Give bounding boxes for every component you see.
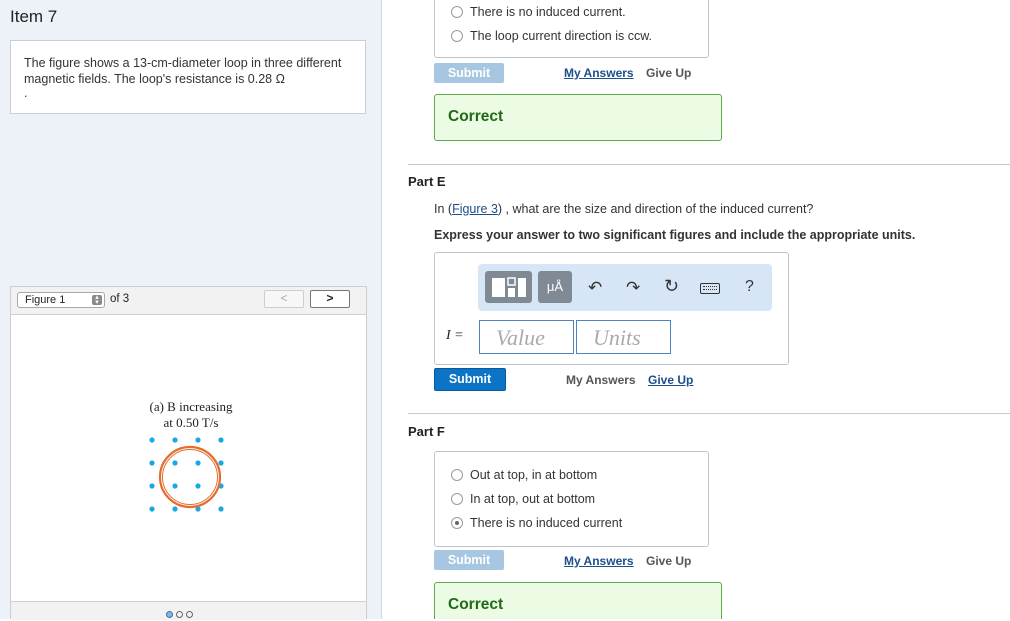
part-f-options-box: Out at top, in at bottom In at top, out … xyxy=(434,451,709,547)
field-dot xyxy=(195,460,201,466)
problem-text: The figure shows a 13-cm-diameter loop i… xyxy=(24,56,342,86)
field-dot xyxy=(149,506,155,512)
part-f-option-2[interactable]: In at top, out at bottom xyxy=(451,492,595,506)
radio-button[interactable] xyxy=(451,469,463,481)
figure-viewer: Figure 1 ▴ ▾ of 3 < > (a) B increasing at… xyxy=(10,286,367,620)
part-e-label: Part E xyxy=(408,174,446,189)
part-f-label: Part F xyxy=(408,424,445,439)
keyboard-icon[interactable] xyxy=(700,283,720,294)
templates-button[interactable] xyxy=(485,271,532,303)
question-suffix: ) , what are the size and direction of t… xyxy=(497,202,814,216)
field-dot xyxy=(149,460,155,466)
figure-page-dot[interactable] xyxy=(176,611,183,618)
field-dot xyxy=(172,437,178,443)
part-d-submit-button[interactable]: Submit xyxy=(434,63,504,83)
part-e-question: In (Figure 3) , what are the size and di… xyxy=(434,202,813,216)
figure-page-dot[interactable] xyxy=(166,611,173,618)
chevron-left-icon: < xyxy=(280,291,288,305)
part-e-my-answers-link[interactable]: My Answers xyxy=(566,373,636,387)
math-toolbar: μÅ ↶ ↷ ↻ ? xyxy=(478,264,772,311)
wire-loop-inner xyxy=(162,449,218,505)
chevron-right-icon: > xyxy=(326,291,334,305)
figure-page-dot[interactable] xyxy=(186,611,193,618)
option-label: Out at top, in at bottom xyxy=(470,468,598,482)
problem-text-trailing: . xyxy=(24,86,28,100)
value-input[interactable]: Value xyxy=(479,320,574,354)
field-dot xyxy=(149,483,155,489)
micro-angstrom-icon: μÅ xyxy=(546,279,564,294)
figure-toolbar: Figure 1 ▴ ▾ of 3 < > xyxy=(11,287,366,315)
undo-icon[interactable]: ↶ xyxy=(588,278,602,298)
field-dot xyxy=(195,437,201,443)
divider xyxy=(408,164,1010,165)
part-e-give-up-link[interactable]: Give Up xyxy=(648,373,693,387)
part-d-my-answers-link[interactable]: My Answers xyxy=(564,66,634,80)
figure-select[interactable]: Figure 1 ▴ ▾ xyxy=(17,292,105,308)
problem-description: The figure shows a 13-cm-diameter loop i… xyxy=(10,40,366,114)
part-e-instruction: Express your answer to two significant f… xyxy=(434,228,916,242)
correct-label: Correct xyxy=(448,596,504,613)
part-e-submit-button[interactable]: Submit xyxy=(434,368,506,391)
help-icon[interactable]: ? xyxy=(745,278,754,296)
part-d-option-1[interactable]: There is no induced current. xyxy=(451,5,626,19)
radio-button[interactable] xyxy=(451,493,463,505)
template-icon xyxy=(492,277,526,297)
option-label: There is no induced current. xyxy=(470,5,626,19)
next-figure-button[interactable]: > xyxy=(310,290,350,308)
wire-loop xyxy=(158,445,222,509)
figure-caption: (a) B increasing at 0.50 T/s xyxy=(141,399,241,431)
figure-caption-line-2: at 0.50 T/s xyxy=(163,415,219,430)
field-dot xyxy=(172,506,178,512)
figure-select-value: Figure 1 xyxy=(25,294,66,306)
item-title: Item 7 xyxy=(10,7,58,26)
field-dot xyxy=(218,506,224,512)
radio-button[interactable] xyxy=(451,6,463,18)
part-f-option-3[interactable]: There is no induced current xyxy=(451,516,622,530)
option-label: In at top, out at bottom xyxy=(470,492,596,506)
figure-3-link[interactable]: Figure 3 xyxy=(452,202,498,216)
part-d-correct-banner: Correct xyxy=(434,94,722,141)
part-f-correct-banner: Correct xyxy=(434,582,722,619)
units-button[interactable]: μÅ xyxy=(538,271,572,303)
field-dot xyxy=(218,437,224,443)
part-f-submit-button[interactable]: Submit xyxy=(434,550,504,570)
problem-panel: Item 7 The figure shows a 13-cm-diameter… xyxy=(0,0,382,620)
part-f-my-answers-link[interactable]: My Answers xyxy=(564,554,634,568)
part-d-option-2[interactable]: The loop current direction is ccw. xyxy=(451,29,652,43)
part-d-give-up-link[interactable]: Give Up xyxy=(646,66,691,80)
loop-figure xyxy=(149,437,224,512)
field-dot xyxy=(218,460,224,466)
radio-button[interactable] xyxy=(451,30,463,42)
divider xyxy=(408,413,1010,414)
figure-count: of 3 xyxy=(110,293,130,305)
select-arrows-icon: ▴ ▾ xyxy=(92,294,102,306)
previous-figure-button[interactable]: < xyxy=(264,290,304,308)
field-dot xyxy=(149,437,155,443)
field-dot xyxy=(195,483,201,489)
option-label: The loop current direction is ccw. xyxy=(470,29,653,43)
figure-caption-line-1: (a) B increasing xyxy=(149,399,233,414)
radio-button-selected[interactable] xyxy=(451,517,463,529)
field-dot xyxy=(172,483,178,489)
question-prefix: In ( xyxy=(434,202,453,216)
redo-icon[interactable]: ↷ xyxy=(626,278,640,298)
part-f-give-up-link[interactable]: Give Up xyxy=(646,554,691,568)
correct-label: Correct xyxy=(448,108,504,125)
part-f-option-1[interactable]: Out at top, in at bottom xyxy=(451,468,597,482)
variable-label: I = xyxy=(446,328,464,343)
units-input[interactable]: Units xyxy=(576,320,671,354)
reset-icon[interactable]: ↻ xyxy=(664,276,679,297)
option-label: There is no induced current xyxy=(470,516,623,530)
field-dot xyxy=(172,460,178,466)
part-d-options-box: There is no induced current. The loop cu… xyxy=(434,0,709,58)
